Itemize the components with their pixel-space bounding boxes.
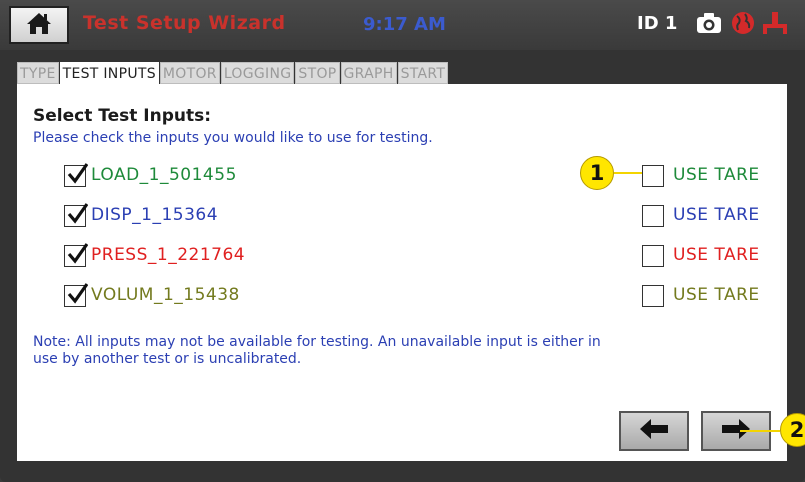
window-title: Test Setup Wizard (83, 12, 286, 34)
home-icon (26, 11, 52, 39)
test-inputs-panel: Select Test Inputs: Please check the inp… (17, 84, 787, 461)
note-line: use by another test or is uncalibrated. (33, 351, 302, 367)
tab-graph[interactable]: GRAPH (340, 62, 397, 84)
network-icon[interactable] (761, 11, 789, 39)
input-checkbox-disp[interactable] (64, 203, 88, 227)
input-row: PRESS_1_221764 USE TARE (17, 242, 787, 272)
callout-leader (740, 430, 780, 432)
tab-stop[interactable]: STOP (295, 62, 340, 84)
camera-icon[interactable] (696, 11, 722, 39)
input-row: DISP_1_15364 USE TARE (17, 202, 787, 232)
home-button[interactable] (9, 6, 69, 44)
input-row: VOLUM_1_15438 USE TARE (17, 282, 787, 312)
use-tare-checkbox[interactable] (642, 205, 664, 227)
input-label: LOAD_1_501455 (91, 165, 237, 185)
input-row: LOAD_1_501455 USE TARE (17, 162, 787, 192)
use-tare-label: USE TARE (673, 285, 760, 305)
header-bar: Test Setup Wizard 9:17 AM ID 1 (0, 0, 805, 50)
use-tare-label: USE TARE (673, 205, 760, 225)
instructions-text: Please check the inputs you would like t… (33, 130, 433, 146)
callout-leader (614, 172, 642, 174)
tab-motor[interactable]: MOTOR (159, 62, 220, 84)
wizard-tabs: TYPE TEST INPUTS MOTOR LOGGING STOP GRAP… (17, 62, 449, 84)
note-line: Note: All inputs may not be available fo… (33, 334, 601, 350)
tab-type[interactable]: TYPE (17, 62, 59, 84)
callout-1: 1 (580, 156, 614, 190)
tab-test-inputs[interactable]: TEST INPUTS (59, 62, 159, 84)
use-tare-checkbox[interactable] (642, 285, 664, 307)
use-tare-label: USE TARE (673, 245, 760, 265)
input-checkbox-press[interactable] (64, 243, 88, 267)
use-tare-checkbox[interactable] (642, 165, 664, 187)
clock: 9:17 AM (363, 14, 446, 35)
use-tare-label: USE TARE (673, 165, 760, 185)
tab-logging[interactable]: LOGGING (220, 62, 295, 84)
tab-start[interactable]: START (397, 62, 449, 84)
app-window: Test Setup Wizard 9:17 AM ID 1 TYPE TEST… (0, 0, 805, 482)
input-label: VOLUM_1_15438 (91, 285, 240, 305)
section-heading: Select Test Inputs: (33, 106, 212, 126)
globe-icon[interactable] (731, 11, 755, 39)
back-button[interactable] (619, 411, 689, 451)
availability-note: Note: All inputs may not be available fo… (33, 334, 773, 368)
input-label: PRESS_1_221764 (91, 245, 246, 265)
input-checkbox-volum[interactable] (64, 283, 88, 307)
input-checkbox-load[interactable] (64, 163, 88, 187)
device-id: ID 1 (637, 13, 678, 34)
use-tare-checkbox[interactable] (642, 245, 664, 267)
arrow-left-icon (639, 418, 669, 444)
input-label: DISP_1_15364 (91, 205, 219, 225)
